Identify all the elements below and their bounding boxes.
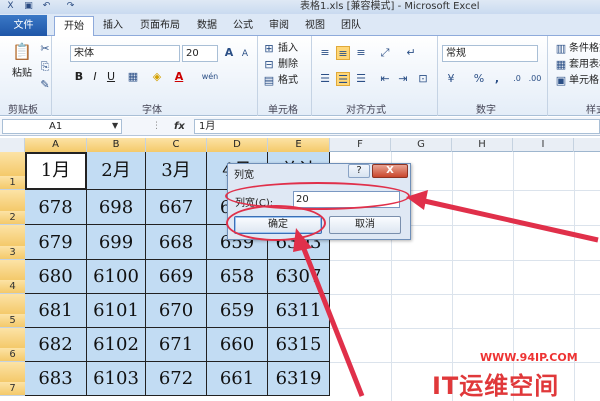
arrow-to-input [406, 190, 599, 243]
annotation-arrows [293, 190, 599, 397]
arrow-to-ok-button [293, 228, 365, 397]
watermark-url: WWW.94IP.COM [480, 351, 578, 364]
watermark-brand: IT运维空间 [432, 372, 560, 400]
